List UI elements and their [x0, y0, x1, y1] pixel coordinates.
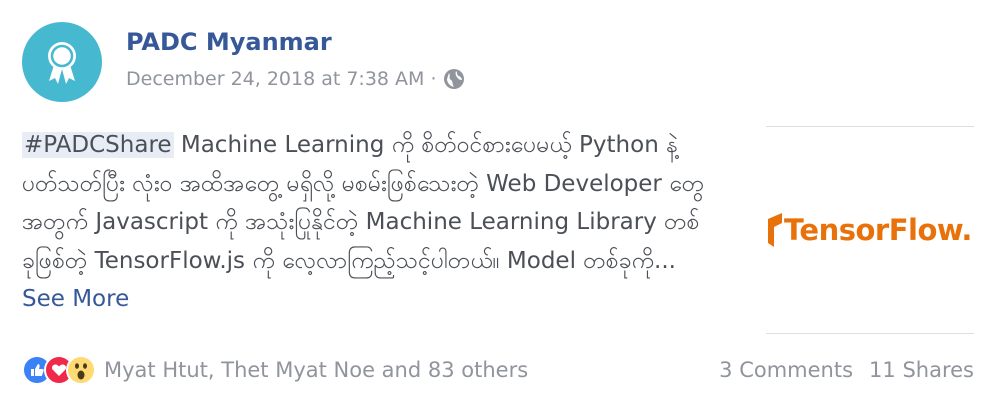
post-body: #PADCShare Machine Learning ကို စိတ်ဝင်စ… — [22, 126, 712, 319]
hashtag-link[interactable]: #PADCShare — [22, 132, 174, 158]
tensorflow-logo: TensorFlow. — [766, 213, 972, 247]
see-more-link[interactable]: See More — [22, 286, 129, 312]
post-meta: December 24, 2018 at 7:38 AM · — [126, 68, 465, 90]
reactors-text[interactable]: Myat Htut, Thet Myat Noe and 83 others — [104, 358, 528, 382]
globe-icon[interactable] — [443, 68, 465, 90]
post-timestamp[interactable]: December 24, 2018 at 7:38 AM — [126, 68, 424, 90]
wow-icon — [66, 355, 96, 385]
tensorflow-logo-text: TensorFlow. — [784, 213, 972, 247]
reactions-summary[interactable]: Myat Htut, Thet Myat Noe and 83 others — [22, 355, 528, 385]
engagement-counts: 3 Comments 11 Shares — [703, 358, 974, 382]
shares-count-link[interactable]: 11 Shares — [869, 358, 974, 382]
page-name-link[interactable]: PADC Myanmar — [126, 28, 332, 56]
post-footer: Myat Htut, Thet Myat Noe and 83 others 3… — [22, 352, 974, 388]
comments-count-link[interactable]: 3 Comments — [719, 358, 853, 382]
page-avatar[interactable] — [22, 22, 102, 102]
award-ribbon-icon — [48, 42, 76, 84]
meta-separator: · — [430, 68, 437, 90]
tensorflow-logo-icon — [768, 213, 782, 247]
link-preview-card[interactable]: TensorFlow. — [766, 126, 974, 334]
